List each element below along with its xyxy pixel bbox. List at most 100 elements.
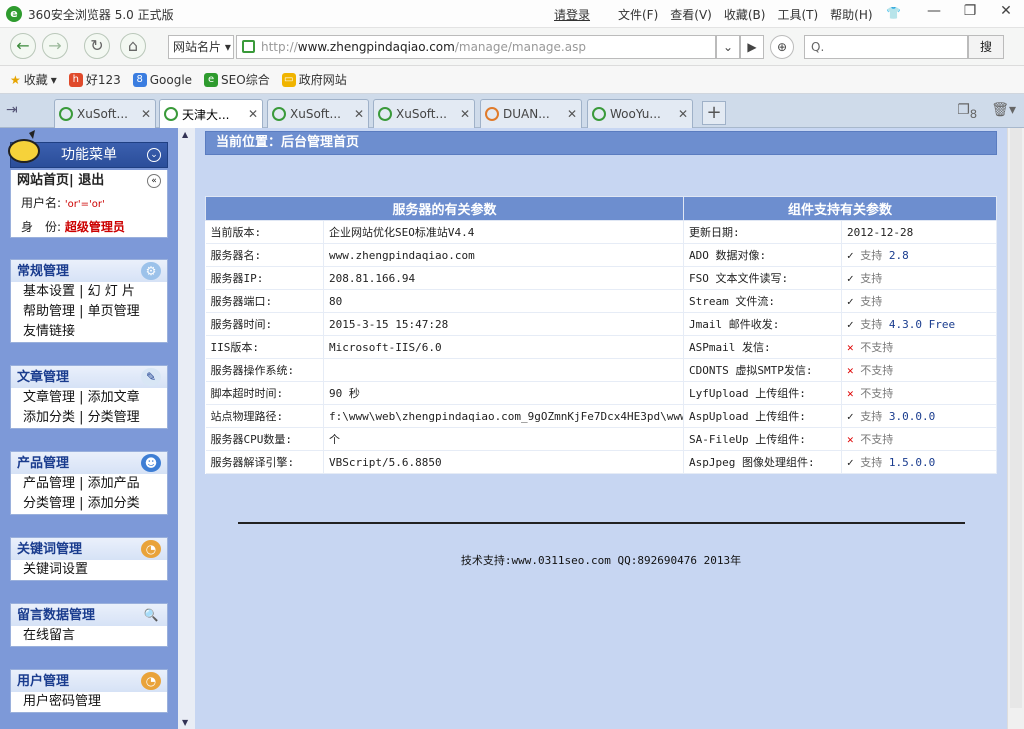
tab-1[interactable]: XuSoft... ✕: [54, 99, 156, 128]
check-icon: ✓: [847, 249, 854, 262]
link-category-manage[interactable]: 分类管理: [88, 410, 140, 425]
skin-shirt-icon[interactable]: 👕: [886, 6, 901, 20]
search-button[interactable]: 搜: [968, 35, 1004, 59]
scroll-down-icon[interactable]: ▼: [182, 718, 188, 727]
sidebar-toggle-icon[interactable]: ⇥: [6, 102, 18, 118]
url-prefix: http://: [261, 40, 298, 54]
favorites-menu[interactable]: ★ 收藏 ▾: [10, 71, 57, 88]
collapse-left-icon[interactable]: «: [147, 174, 161, 188]
param-value: [323, 358, 684, 382]
link-keyword-settings[interactable]: 关键词设置: [23, 562, 88, 577]
tab-2[interactable]: 天津大... ✕: [159, 99, 263, 128]
home-link[interactable]: 网站首页: [17, 173, 69, 188]
link-page-manage[interactable]: 单页管理: [88, 304, 140, 319]
component-label: LyfUpload 上传组件:: [683, 381, 842, 405]
scroll-up-icon[interactable]: ▲: [182, 130, 188, 139]
tab-close-icon[interactable]: ✕: [460, 107, 470, 121]
breadcrumb: 当前位置：后台管理首页: [205, 131, 997, 155]
link-article-manage[interactable]: 文章管理: [23, 390, 75, 405]
close-icon[interactable]: ✕: [988, 0, 1024, 24]
user-icon: ☻: [141, 454, 161, 472]
component-label: FSO 文本文件读写:: [683, 266, 842, 290]
fav-hao123[interactable]: h 好123: [68, 71, 121, 88]
address-bar[interactable]: http://www.zhengpindaqiao.com/manage/man…: [236, 35, 716, 59]
minimize-icon[interactable]: —: [916, 0, 952, 24]
add-shield-icon[interactable]: ⊕: [770, 35, 794, 59]
link-product-category-manage[interactable]: 分类管理: [23, 496, 75, 511]
check-icon: ✓: [847, 410, 854, 423]
link-product-manage[interactable]: 产品管理: [23, 476, 75, 491]
fav-google[interactable]: 8 Google: [132, 72, 192, 87]
restore-icon[interactable]: ❐: [952, 0, 988, 24]
scroll-thumb[interactable]: [1010, 128, 1022, 708]
component-version: 2.8: [888, 249, 909, 262]
chart-icon: ◔: [141, 540, 161, 558]
magnifier-icon: 🔍: [143, 608, 159, 622]
menu-favorites[interactable]: 收藏(B): [724, 6, 766, 23]
link-online-message[interactable]: 在线留言: [23, 628, 75, 643]
home-icon[interactable]: ⌂: [120, 33, 146, 59]
link-add-product[interactable]: 添加产品: [88, 476, 140, 491]
tab-1-label: XuSoft...: [77, 107, 128, 121]
component-label: ADO 数据对像:: [683, 243, 842, 267]
table-row: 站点物理路径: f:\www\web\zhengpindaqiao.com_9gO…: [205, 404, 997, 428]
new-tab-button[interactable]: +: [702, 101, 726, 125]
back-arrow-icon[interactable]: ←: [10, 33, 36, 59]
component-value: ✓ 支持 1.5.0.0: [841, 450, 997, 474]
site-card-dropdown[interactable]: 网站名片 ▾: [168, 35, 234, 59]
link-user-password[interactable]: 用户密码管理: [23, 694, 101, 709]
sidebar-scrollbar[interactable]: ▲ ▼: [178, 128, 195, 729]
forward-arrow-icon[interactable]: →: [42, 33, 68, 59]
search-input[interactable]: Q.: [804, 35, 968, 59]
link-help-manage[interactable]: 帮助管理: [23, 304, 75, 319]
tab-list-icon[interactable]: ❐8: [957, 102, 977, 121]
url-path: /manage/manage.asp: [454, 40, 586, 54]
component-label: ASPmail 发信:: [683, 335, 842, 359]
tab-close-icon[interactable]: ✕: [248, 107, 258, 121]
page-scrollbar[interactable]: [1007, 128, 1024, 729]
go-arrow-icon[interactable]: ▶: [740, 35, 764, 59]
param-value: 2015-3-15 15:47:28: [323, 312, 684, 336]
tab-close-icon[interactable]: ✕: [354, 107, 364, 121]
fav-gov[interactable]: ▭ 政府网站: [281, 71, 347, 88]
link-add-article[interactable]: 添加文章: [88, 390, 140, 405]
favorites-label: 收藏: [23, 73, 48, 87]
link-slideshow[interactable]: 幻 灯 片: [88, 284, 135, 299]
user-panel: 网站首页| 退出 « 用户名: 'or'='or' 身 份: 超级管理员: [10, 170, 168, 238]
tab-page-icon: [272, 107, 286, 121]
link-friend-links[interactable]: 友情链接: [23, 324, 75, 339]
link-product-add-category[interactable]: 添加分类: [88, 496, 140, 511]
url-dropdown-icon[interactable]: ⌄: [716, 35, 740, 59]
logout-link[interactable]: 退出: [78, 173, 104, 188]
tab-close-icon[interactable]: ✕: [141, 107, 151, 121]
tab-4[interactable]: XuSoft... ✕: [373, 99, 475, 128]
component-version: 3.0.0.0: [888, 410, 936, 423]
param-label: 服务器端口:: [205, 289, 324, 313]
tab-6[interactable]: WooYu... ✕: [587, 99, 693, 128]
login-link[interactable]: 请登录: [554, 6, 590, 23]
menu-tools[interactable]: 工具(T): [777, 6, 818, 23]
tab-5[interactable]: DUAN... ✕: [480, 99, 582, 128]
menu-help[interactable]: 帮助(H): [830, 6, 872, 23]
tab-3[interactable]: XuSoft... ✕: [267, 99, 369, 128]
url-domain: www.zhengpindaqiao.com: [297, 40, 455, 54]
param-label: 脚本超时时间:: [205, 381, 324, 405]
menu-file[interactable]: 文件(F): [618, 6, 658, 23]
table-row: 服务器名: www.zhengpindaqiao.com ADO 数据对像: ✓ 支持…: [205, 243, 997, 267]
param-value: 企业网站优化SEO标准站V4.4: [323, 220, 684, 244]
tab-close-icon[interactable]: ✕: [567, 107, 577, 121]
menu-collapse-icon[interactable]: ⌄: [147, 148, 161, 162]
panel-message-title: 留言数据管理 🔍: [11, 604, 167, 626]
component-label: AspJpeg 图像处理组件:: [683, 450, 842, 474]
fav-seo[interactable]: e SEO综合: [204, 71, 270, 88]
link-basic-settings[interactable]: 基本设置: [23, 284, 75, 299]
panel-article: 文章管理 ✎ 文章管理 | 添加文章 添加分类 | 分类管理: [10, 365, 168, 429]
section-title: 留言数据管理: [17, 608, 96, 623]
param-value: 80: [323, 289, 684, 313]
tab-close-icon[interactable]: ✕: [678, 107, 688, 121]
username-value: 'or'='or': [64, 199, 105, 210]
menu-view[interactable]: 查看(V): [670, 6, 712, 23]
trash-icon[interactable]: 🗑▾: [991, 102, 1016, 121]
link-add-category[interactable]: 添加分类: [23, 410, 75, 425]
refresh-icon[interactable]: ↻: [84, 33, 110, 59]
